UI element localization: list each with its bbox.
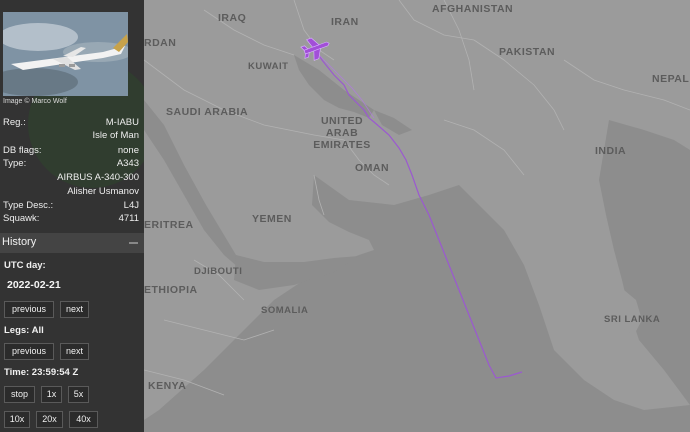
reg-key: Reg.: [3, 117, 26, 128]
info-row-country: Isle of Man [3, 130, 139, 143]
map-label-pakistan: PAKISTAN [499, 46, 556, 58]
reg-value: M-IABU [105, 117, 139, 128]
typedesc-key: Type Desc.: [3, 200, 54, 211]
map-label-iran: IRAN [331, 16, 359, 28]
speed-5x-button[interactable]: 5x [68, 386, 89, 403]
speed-40x-button[interactable]: 40x [69, 411, 98, 428]
owner-value: Alisher Usmanov [67, 186, 139, 197]
info-row-owner: Alisher Usmanov [3, 186, 139, 199]
dbflags-key: DB flags: [3, 145, 42, 156]
map-label-djibouti: DJIBOUTI [194, 266, 243, 277]
type-key: Type: [3, 158, 27, 169]
collapse-icon[interactable] [129, 242, 138, 244]
info-row-squawk: Squawk: 4711 [3, 213, 139, 226]
airplane-photo-image [3, 12, 128, 96]
history-header[interactable]: History [0, 233, 144, 253]
type-value: A343 [116, 158, 139, 169]
speed-10x-button[interactable]: 10x [4, 411, 30, 428]
speed-1x-button[interactable]: 1x [41, 386, 62, 403]
map-label-saudi: SAUDI ARABIA [166, 106, 249, 118]
map-label-iraq: IRAQ [218, 12, 247, 24]
info-row-dbflags: DB flags: none [3, 145, 139, 158]
map-label-jordan: RDAN [144, 37, 177, 49]
dbflags-value: none [117, 145, 139, 156]
map-label-kuwait: KUWAIT [248, 61, 289, 72]
country-value: Isle of Man [92, 130, 139, 141]
map-label-kenya: KENYA [148, 380, 187, 392]
map-label-somalia: SOMALIA [261, 305, 309, 316]
map-label-india: INDIA [595, 145, 627, 157]
map-label-ethiopia: ETHIOPIA [144, 284, 198, 296]
legs-label: Legs: All [4, 325, 44, 336]
utc-day-value: 2022-02-21 [7, 279, 61, 291]
map-label-eritrea: ERITREA [144, 219, 194, 231]
squawk-value: 4711 [118, 213, 139, 224]
history-title: History [2, 236, 37, 248]
typedesc-value: L4J [123, 200, 139, 211]
sidebar: Image © Marco Wolf Reg.: M-IABU Isle of … [0, 0, 144, 432]
utc-day-label: UTC day: [4, 260, 46, 271]
map-label-uae: UNITED ARAB EMIRATES [313, 115, 371, 151]
photo-credit: Image © Marco Wolf [3, 98, 67, 105]
info-row-type: Type: A343 [3, 158, 139, 171]
map-label-oman: OMAN [355, 162, 390, 174]
map-canvas[interactable] [144, 0, 690, 432]
info-row-typedesc: Type Desc.: L4J [3, 200, 139, 213]
map[interactable]: IRAQ IRAN AFGHANISTAN PAKISTAN NEPAL RDA… [144, 0, 690, 432]
aircraft-photo[interactable] [3, 12, 128, 96]
time-label: Time: 23:59:54 Z [4, 367, 79, 378]
map-label-srilanka: SRI LANKA [604, 314, 661, 325]
model-value: AIRBUS A-340-300 [57, 172, 139, 183]
info-row-model: AIRBUS A-340-300 [3, 172, 139, 185]
map-label-yemen: YEMEN [252, 213, 292, 225]
leg-next-button[interactable]: next [60, 343, 89, 360]
map-label-nepal: NEPAL [652, 73, 690, 85]
speed-20x-button[interactable]: 20x [36, 411, 63, 428]
info-row-reg: Reg.: M-IABU [3, 117, 139, 130]
leg-previous-button[interactable]: previous [4, 343, 54, 360]
squawk-key: Squawk: [3, 213, 40, 224]
stop-button[interactable]: stop [4, 386, 35, 403]
map-label-afghanistan: AFGHANISTAN [432, 3, 514, 15]
day-previous-button[interactable]: previous [4, 301, 54, 318]
day-next-button[interactable]: next [60, 301, 89, 318]
